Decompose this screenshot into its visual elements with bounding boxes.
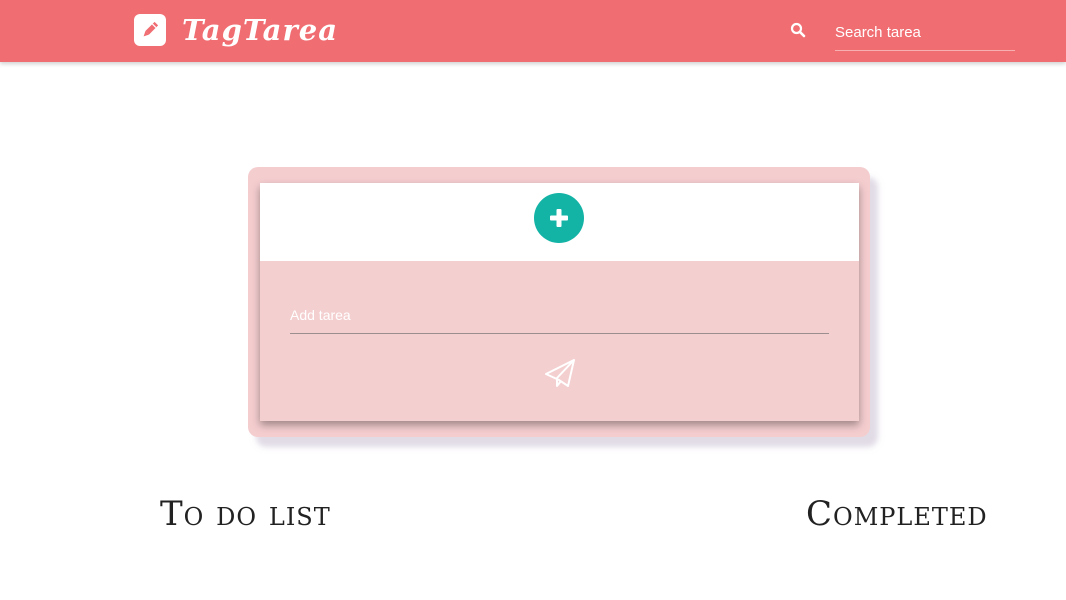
completed-heading: Completed — [806, 494, 988, 534]
brand-title: TagTarea — [182, 13, 338, 47]
navbar: TagTarea — [0, 0, 1066, 62]
task-card-header — [260, 183, 859, 261]
add-task-input[interactable] — [290, 297, 829, 334]
paper-plane-icon — [545, 359, 575, 387]
search-input[interactable] — [835, 14, 1015, 51]
search-icon[interactable] — [788, 20, 808, 40]
add-task-button[interactable] — [534, 193, 584, 243]
todo-list-heading: To do list — [160, 494, 331, 534]
brand[interactable]: TagTarea — [134, 13, 338, 47]
task-card-body — [260, 261, 859, 421]
plus-icon — [550, 209, 568, 227]
task-card — [260, 183, 859, 421]
pencil-icon — [134, 14, 166, 46]
send-task-button[interactable] — [543, 356, 577, 390]
